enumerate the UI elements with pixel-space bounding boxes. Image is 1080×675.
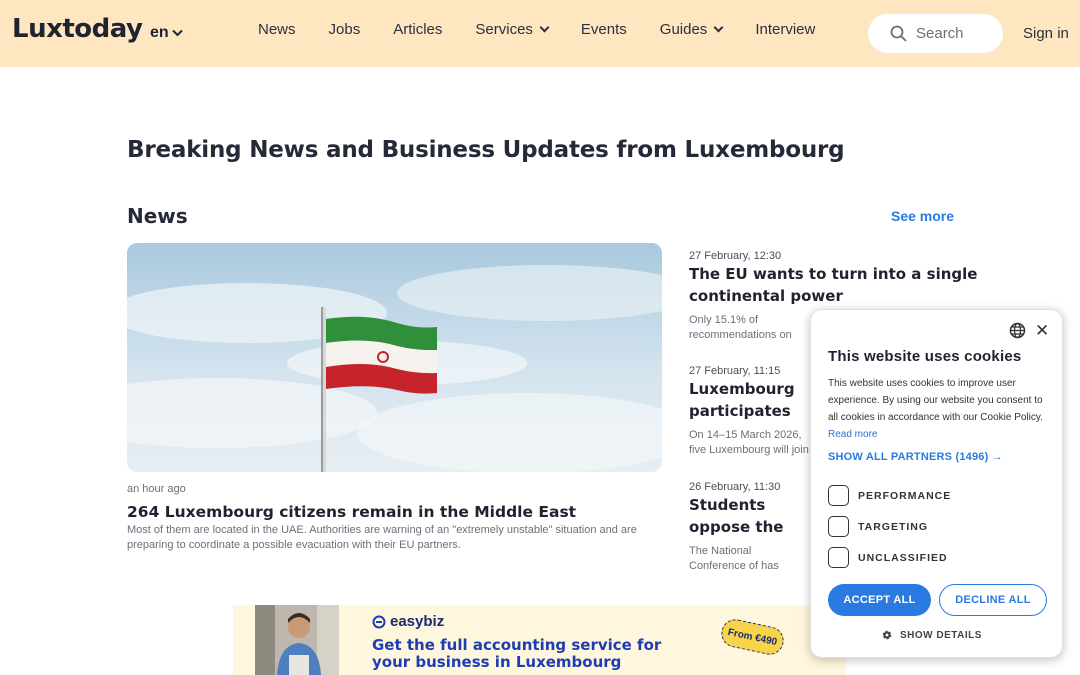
cookie-option-label: TARGETING (858, 520, 929, 533)
nav-item-guides[interactable]: Guides (659, 21, 724, 38)
article-title[interactable]: The EU wants to turn into a single conti… (689, 264, 979, 307)
nav-item-jobs[interactable]: Jobs (329, 21, 361, 38)
accept-all-button[interactable]: ACCEPT ALL (828, 584, 931, 616)
nav-item-label: Jobs (328, 21, 361, 38)
sign-in-link[interactable]: Sign in (1023, 25, 1069, 42)
nav-item-label: Services (475, 21, 533, 38)
article-description: On 14–15 March 2026, five Luxembourg wil… (689, 429, 809, 456)
show-partners-link[interactable]: SHOW ALL PARTNERS (1496) → (828, 451, 1003, 463)
chevron-down-icon (713, 22, 724, 33)
featured-article-title[interactable]: 264 Luxembourg citizens remain in the Mi… (127, 503, 576, 521)
search-icon (890, 25, 907, 42)
article-description: Only 15.1% of recommendations on competi… (689, 314, 792, 341)
language-label: en (150, 24, 169, 41)
ad-banner[interactable]: easybiz Get the full accounting service … (233, 605, 846, 675)
checkbox[interactable] (828, 516, 849, 537)
ad-brand: easybiz (372, 613, 444, 630)
nav-item-label: Interview (755, 21, 816, 38)
featured-article-description: Most of them are located in the UAE. Aut… (127, 524, 637, 551)
decline-all-button[interactable]: DECLINE ALL (939, 584, 1047, 616)
cookie-consent-dialog: ✕ This website uses cookies This website… (810, 309, 1063, 658)
section-title-news: News (127, 204, 188, 228)
nav-item-services[interactable]: Services (475, 21, 550, 38)
show-details-button[interactable]: SHOW DETAILS (881, 629, 982, 641)
flag-photo (127, 243, 662, 472)
see-more-link[interactable]: See more (891, 208, 954, 224)
site-logo[interactable]: Luxtoday (12, 14, 143, 44)
nav-item-label: Guides (659, 21, 708, 38)
featured-article-time: an hour ago (127, 483, 186, 495)
nav-item-label: News (258, 21, 296, 38)
cookie-option-label: PERFORMANCE (858, 489, 952, 502)
gear-icon (882, 630, 892, 640)
featured-article-image[interactable] (127, 243, 662, 472)
cookie-body: This website uses cookies to improve use… (828, 375, 1053, 443)
chevron-down-icon (539, 22, 550, 33)
page-title: Breaking News and Business Updates from … (127, 137, 845, 163)
easybiz-logo-icon (372, 615, 386, 628)
cookie-option-unclassified[interactable]: UNCLASSIFIED (828, 547, 948, 568)
ad-photo (255, 605, 339, 675)
globe-icon[interactable] (1009, 322, 1026, 339)
cookie-option-performance[interactable]: PERFORMANCE (828, 485, 951, 506)
nav-item-news[interactable]: News (258, 21, 296, 38)
search-input[interactable]: Search (868, 14, 1003, 53)
site-header: Luxtoday en News Jobs Articles Services … (0, 0, 1080, 67)
language-selector[interactable]: en (150, 24, 183, 42)
cookie-option-targeting[interactable]: TARGETING (828, 516, 928, 537)
cookie-option-label: UNCLASSIFIED (858, 551, 948, 564)
article-description: The National Conference of has spoken ou… (689, 545, 779, 572)
show-details-label: SHOW DETAILS (900, 629, 982, 641)
read-more-link[interactable]: Read more (828, 429, 877, 440)
article-title[interactable]: Students oppose the new in Luxembourg (689, 495, 811, 538)
ad-headline: Get the full accounting service for your… (372, 636, 662, 671)
ad-price-badge: From €490 (718, 616, 787, 658)
nav-item-label: Events (580, 21, 627, 38)
cookie-body-text: This website uses cookies to improve use… (828, 378, 1043, 423)
nav-item-events[interactable]: Events (581, 21, 627, 38)
search-placeholder: Search (916, 25, 964, 42)
main-nav: News Jobs Articles Services Events Guide… (258, 21, 848, 38)
checkbox[interactable] (828, 485, 849, 506)
checkbox[interactable] (828, 547, 849, 568)
chevron-down-icon (171, 29, 183, 37)
article-time: 27 February, 12:30 (689, 250, 782, 262)
article-title[interactable]: Luxembourg participates in European Pott… (689, 379, 811, 422)
ad-brand-label: easybiz (390, 613, 445, 630)
cookie-title: This website uses cookies (828, 348, 1022, 365)
nav-item-articles[interactable]: Articles (393, 21, 442, 38)
close-icon[interactable]: ✕ (1035, 322, 1049, 339)
nav-item-interview[interactable]: Interview (755, 21, 815, 38)
nav-item-label: Articles (393, 21, 443, 38)
